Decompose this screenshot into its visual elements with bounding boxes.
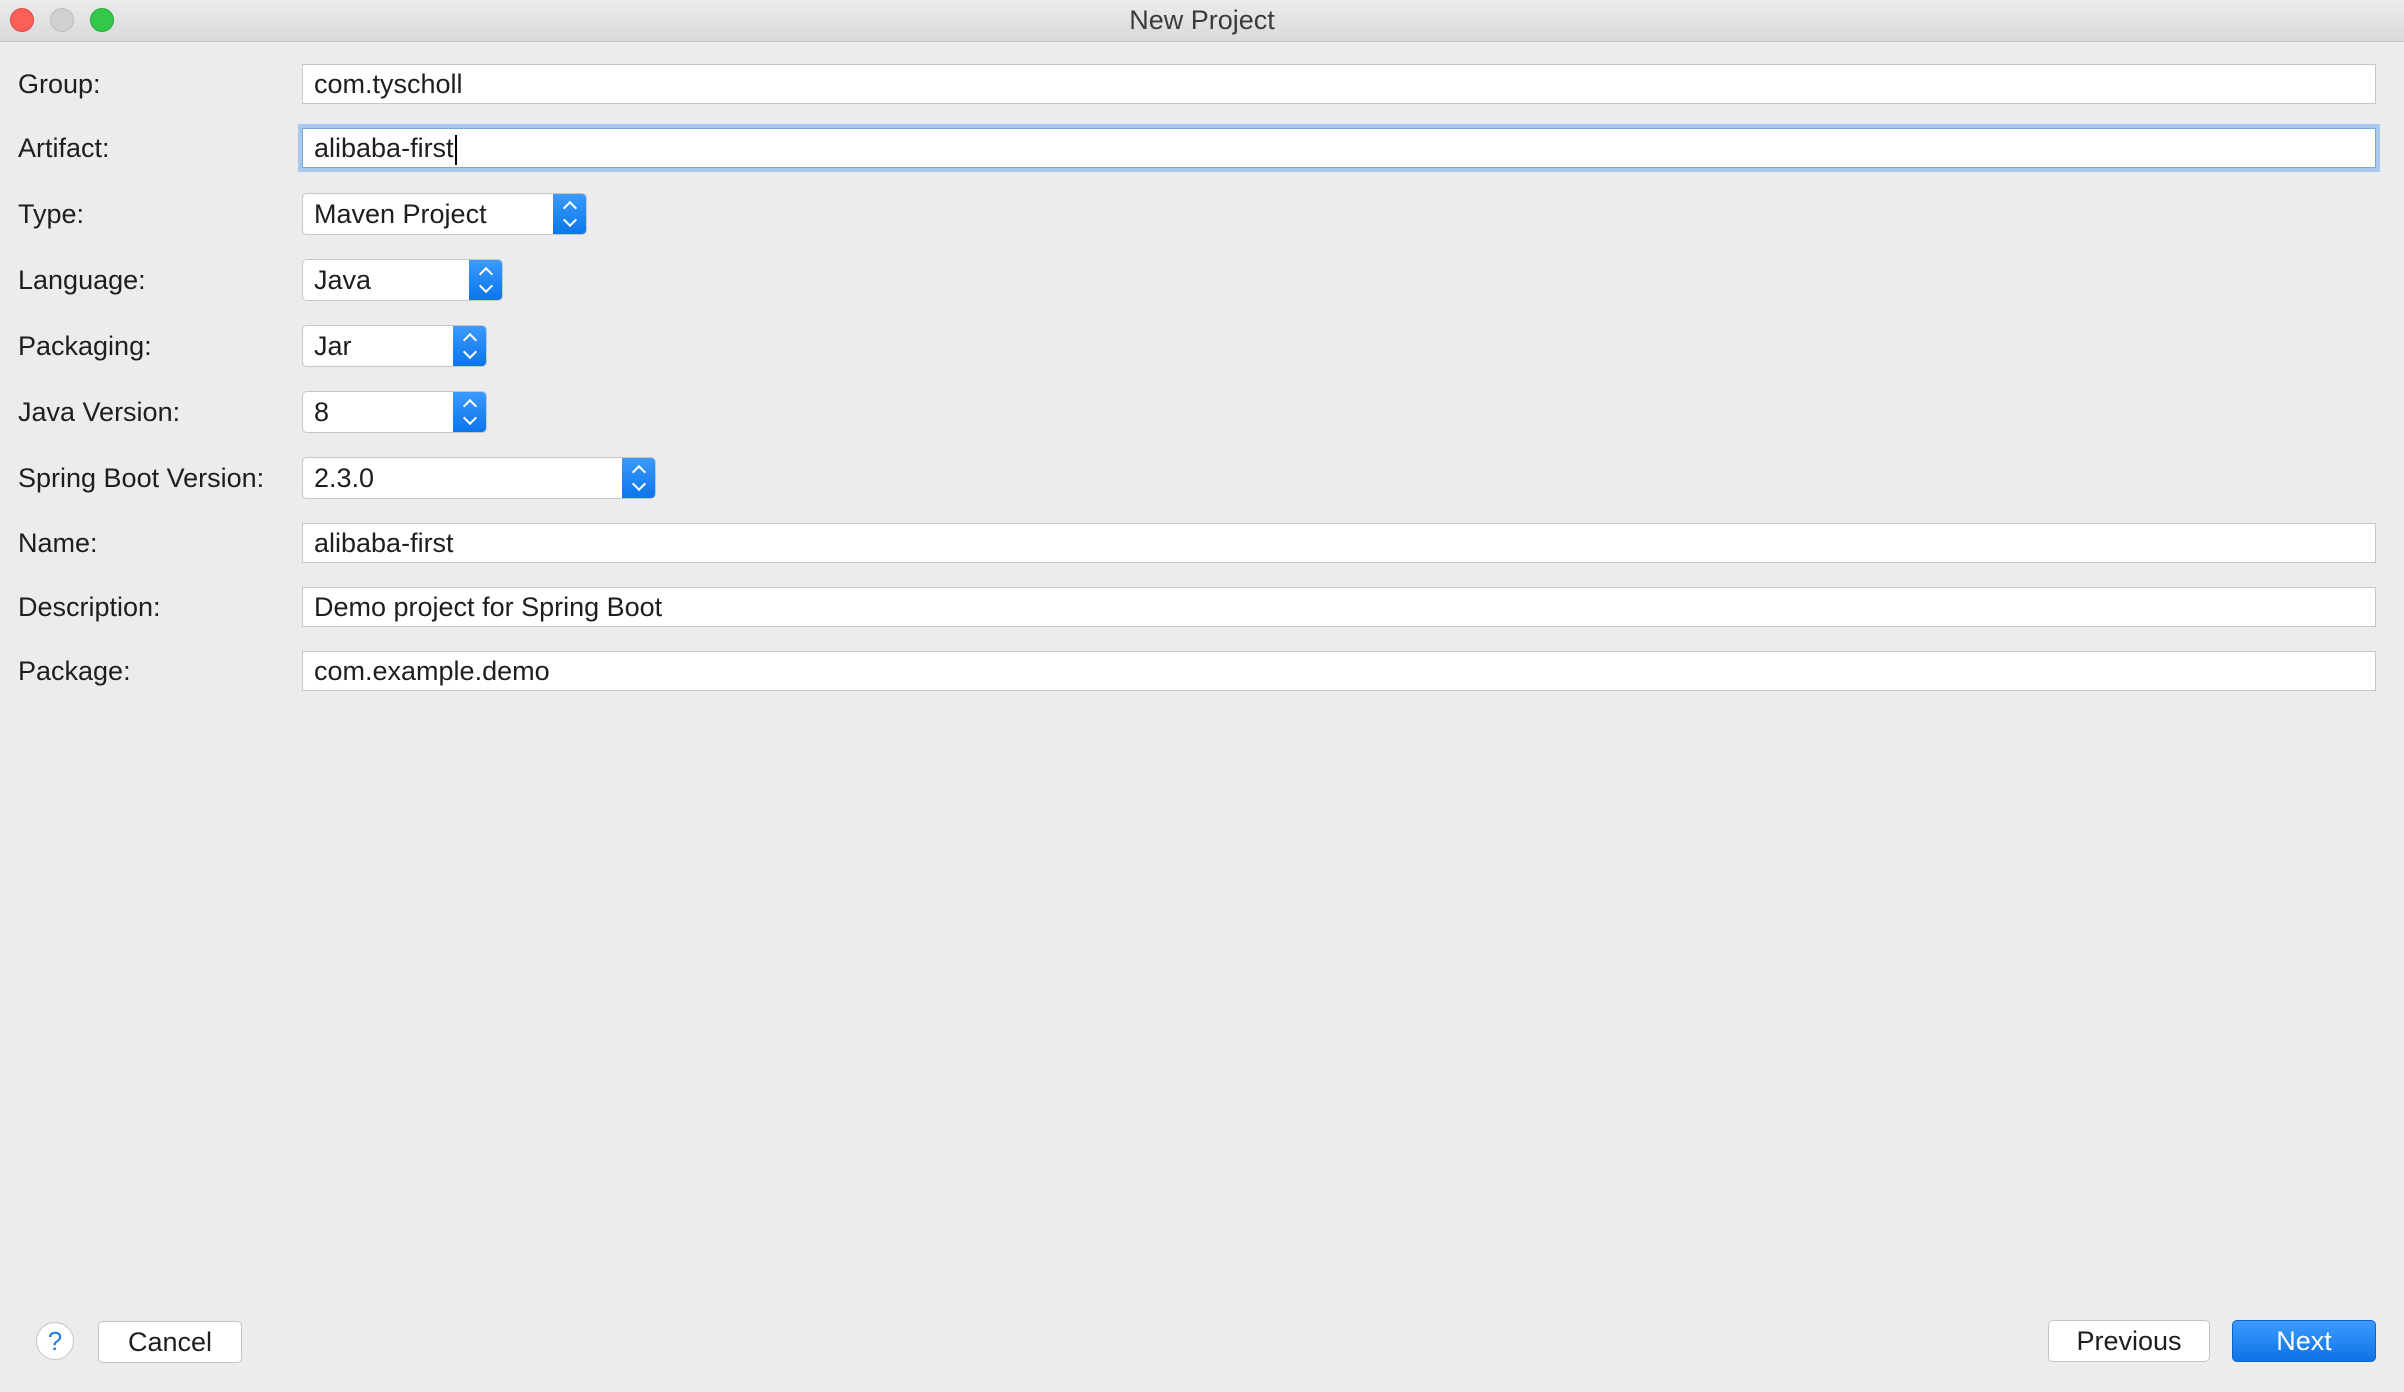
- artifact-label: Artifact:: [18, 133, 110, 163]
- group-field[interactable]: com.tyscholl: [302, 64, 2376, 104]
- group-value: com.tyscholl: [314, 69, 463, 99]
- next-button[interactable]: Next: [2232, 1320, 2376, 1362]
- java-version-select[interactable]: 8: [302, 391, 487, 433]
- cancel-button[interactable]: Cancel: [98, 1321, 242, 1363]
- updown-chevron-icon: [622, 458, 655, 498]
- previous-button[interactable]: Previous: [2048, 1320, 2210, 1362]
- description-label: Description:: [18, 592, 161, 622]
- question-mark-icon[interactable]: ?: [36, 1322, 74, 1360]
- language-value: Java: [314, 265, 372, 295]
- updown-chevron-icon: [453, 392, 486, 432]
- package-value: com.example.demo: [314, 656, 550, 686]
- group-label: Group:: [18, 69, 101, 99]
- updown-chevron-icon: [453, 326, 486, 366]
- description-field[interactable]: Demo project for Spring Boot: [302, 587, 2376, 627]
- description-value: Demo project for Spring Boot: [314, 592, 663, 622]
- updown-chevron-icon: [469, 260, 502, 300]
- packaging-label: Packaging:: [18, 331, 152, 361]
- updown-chevron-icon: [553, 194, 586, 234]
- artifact-field[interactable]: alibaba-first: [302, 128, 2376, 168]
- artifact-value: alibaba-first: [314, 133, 454, 163]
- language-select[interactable]: Java: [302, 259, 503, 301]
- spring-boot-version-value: 2.3.0: [314, 463, 375, 493]
- java-version-value: 8: [314, 397, 330, 427]
- package-label: Package:: [18, 656, 131, 686]
- title-bar: New Project: [0, 0, 2404, 42]
- spring-boot-version-label: Spring Boot Version:: [18, 463, 265, 493]
- name-label: Name:: [18, 528, 98, 558]
- spring-boot-version-select[interactable]: 2.3.0: [302, 457, 656, 499]
- window-title: New Project: [1129, 5, 1275, 35]
- name-value: alibaba-first: [314, 528, 454, 558]
- type-select[interactable]: Maven Project: [302, 193, 587, 235]
- java-version-label: Java Version:: [18, 397, 181, 427]
- type-value: Maven Project: [314, 199, 487, 229]
- packaging-select[interactable]: Jar: [302, 325, 487, 367]
- packaging-value: Jar: [314, 331, 352, 361]
- language-label: Language:: [18, 265, 146, 295]
- package-field[interactable]: com.example.demo: [302, 651, 2376, 691]
- text-caret: [454, 134, 457, 165]
- type-label: Type:: [18, 199, 85, 229]
- name-field[interactable]: alibaba-first: [302, 523, 2376, 563]
